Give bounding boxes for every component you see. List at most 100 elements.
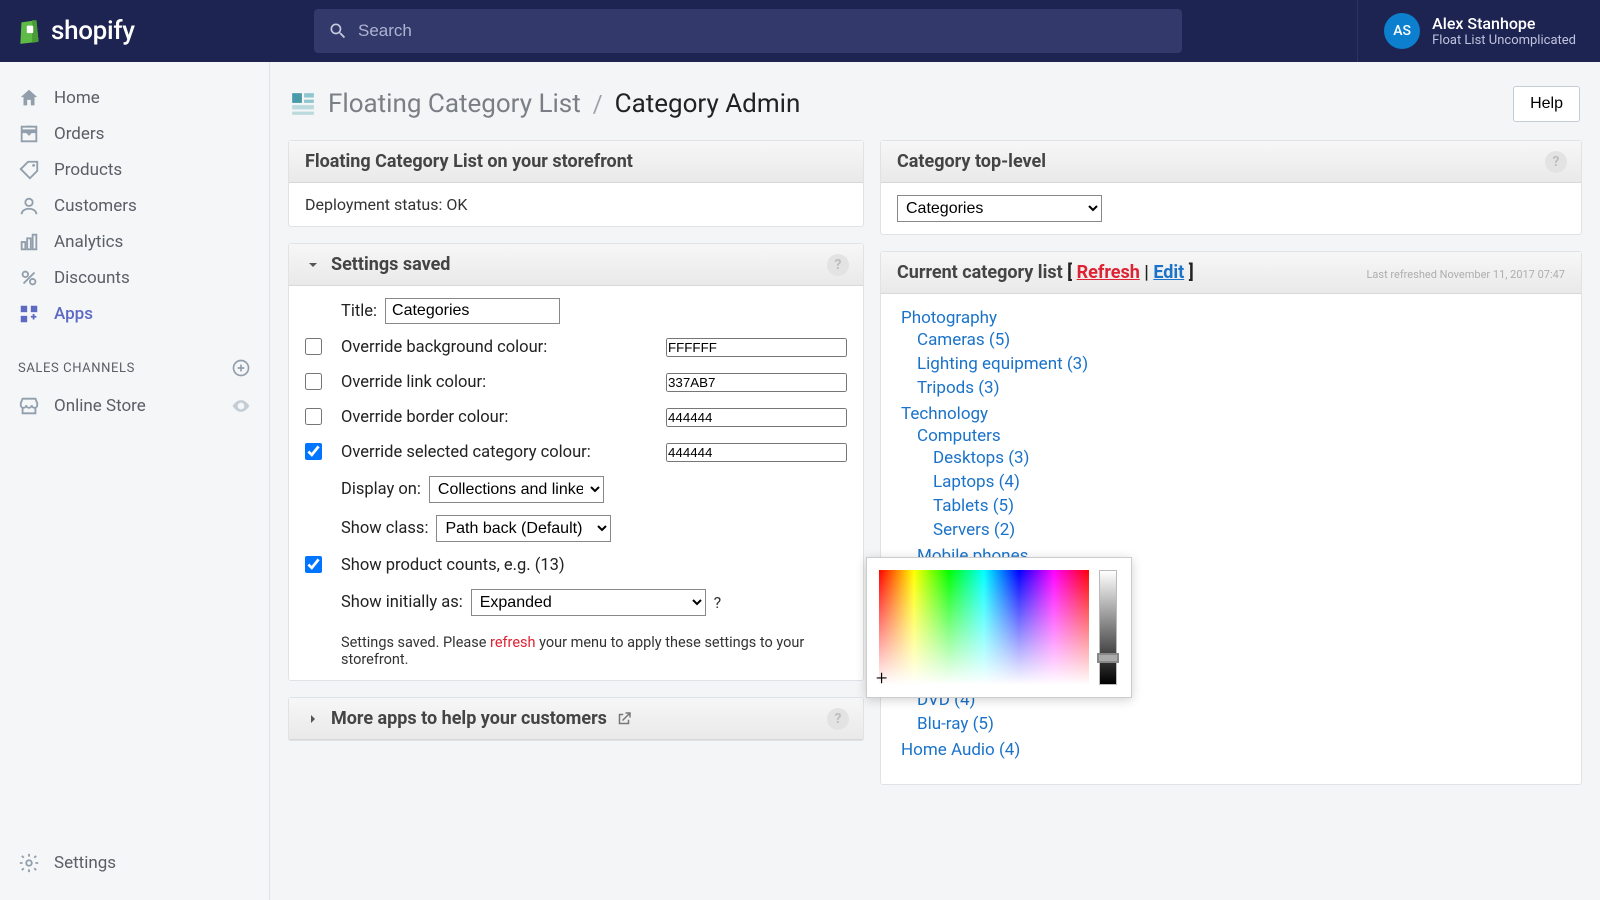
refresh-hint-link[interactable]: refresh: [490, 634, 535, 651]
override-bg-label: Override background colour:: [341, 338, 547, 357]
override-selected-checkbox[interactable]: [305, 443, 322, 460]
external-link-icon[interactable]: [615, 710, 633, 728]
sales-channels-header: SALES CHANNELS: [0, 332, 269, 388]
sidebar-item-label: Discounts: [54, 268, 130, 288]
value-slider[interactable]: [1099, 570, 1117, 685]
chevron-right-icon[interactable]: [305, 711, 321, 727]
top-bar: shopify AS Alex Stanhope Float List Unco…: [0, 0, 1600, 62]
search-icon: [328, 21, 348, 41]
panel-title: Current category list [ Refresh | Edit ]: [897, 262, 1194, 283]
tree-item: Home Audio (4): [901, 738, 1565, 762]
help-icon[interactable]: ?: [827, 708, 849, 730]
sidebar-item-analytics[interactable]: Analytics: [0, 224, 269, 260]
last-refreshed: Last refreshed November 11, 2017 07:47: [1366, 268, 1565, 281]
sidebar-item-settings[interactable]: Settings: [0, 836, 269, 900]
sidebar-item-apps[interactable]: Apps: [0, 296, 269, 332]
tree-link[interactable]: Tripods (3): [917, 378, 1000, 398]
sidebar-item-online-store[interactable]: Online Store: [0, 388, 269, 424]
tree-link[interactable]: Blu-ray (5): [917, 714, 994, 734]
add-channel-icon[interactable]: [231, 358, 251, 378]
panel-title: More apps to help your customers: [331, 708, 607, 729]
products-icon: [18, 159, 40, 181]
help-button[interactable]: Help: [1513, 86, 1580, 122]
tree-link[interactable]: Servers (2): [933, 520, 1015, 540]
tree-link[interactable]: Home Audio (4): [901, 740, 1020, 760]
tree-link[interactable]: Desktops (3): [933, 448, 1029, 468]
search-box[interactable]: [314, 9, 1182, 53]
override-selected-value[interactable]: [666, 443, 847, 462]
show-counts-checkbox[interactable]: [305, 556, 322, 573]
override-link-label: Override link colour:: [341, 373, 486, 392]
sidebar-item-products[interactable]: Products: [0, 152, 269, 188]
tree-link[interactable]: Laptops (4): [933, 472, 1020, 492]
tree-item: Tripods (3): [917, 376, 1565, 400]
refresh-link[interactable]: Refresh: [1077, 262, 1140, 283]
color-picker[interactable]: +: [866, 557, 1132, 698]
storefront-panel: Floating Category List on your storefron…: [288, 140, 864, 227]
override-link-value[interactable]: [666, 373, 847, 392]
display-on-select[interactable]: Collections and linked p: [429, 476, 604, 503]
help-icon[interactable]: ?: [827, 254, 849, 276]
app-title-icon: [290, 91, 316, 117]
tree-link[interactable]: Computers: [917, 426, 1001, 446]
sidebar: Home Orders Products Customers Analytics…: [0, 62, 270, 900]
tree-item: Desktops (3): [933, 446, 1565, 470]
eye-icon[interactable]: [231, 396, 251, 416]
shopify-bag-icon: [17, 16, 43, 46]
help-icon[interactable]: ?: [714, 593, 722, 612]
user-box[interactable]: AS Alex Stanhope Float List Uncomplicate…: [1357, 0, 1600, 62]
sidebar-item-label: Apps: [54, 304, 93, 324]
sidebar-item-orders[interactable]: Orders: [0, 116, 269, 152]
panel-title: Floating Category List on your storefron…: [305, 151, 633, 172]
show-class-select[interactable]: Path back (Default): [436, 515, 611, 542]
help-icon[interactable]: ?: [1545, 151, 1567, 173]
panel-title: Settings saved: [331, 254, 450, 275]
search-input[interactable]: [358, 21, 1182, 41]
category-toplevel-select[interactable]: Categories: [897, 195, 1102, 222]
override-bg-checkbox[interactable]: [305, 338, 322, 355]
main-content: Floating Category List / Category Admin …: [270, 62, 1600, 900]
tree-item: Cameras (5): [917, 328, 1565, 352]
discounts-icon: [18, 267, 40, 289]
tree-link[interactable]: Photography: [901, 308, 997, 328]
store-name: Float List Uncomplicated: [1432, 33, 1576, 48]
override-border-value[interactable]: [666, 408, 847, 427]
nav-list: Home Orders Products Customers Analytics…: [0, 62, 269, 332]
tree-link[interactable]: Tablets (5): [933, 496, 1014, 516]
breadcrumb-parent[interactable]: Floating Category List: [328, 89, 581, 119]
sidebar-item-discounts[interactable]: Discounts: [0, 260, 269, 296]
panel-title: Category top-level: [897, 151, 1046, 172]
tree-link[interactable]: Cameras (5): [917, 330, 1010, 350]
sidebar-item-customers[interactable]: Customers: [0, 188, 269, 224]
apps-icon: [18, 303, 40, 325]
brand-logo[interactable]: shopify: [0, 16, 270, 46]
sales-channels-label: SALES CHANNELS: [18, 361, 231, 376]
tree-link[interactable]: Lighting equipment (3): [917, 354, 1088, 374]
override-link-checkbox[interactable]: [305, 373, 322, 390]
chevron-down-icon[interactable]: [305, 257, 321, 273]
value-slider-handle[interactable]: [1097, 653, 1119, 663]
brand-text: shopify: [51, 16, 135, 46]
tree-item: ComputersDesktops (3) Laptops (4) Tablets …: [917, 424, 1565, 544]
settings-hint: Settings saved. Please refresh your menu…: [305, 628, 847, 668]
title-input[interactable]: [385, 298, 560, 324]
store-icon: [18, 395, 40, 417]
tree-item: Servers (2): [933, 518, 1565, 542]
avatar: AS: [1384, 13, 1420, 49]
color-gradient[interactable]: +: [879, 570, 1089, 685]
override-border-checkbox[interactable]: [305, 408, 322, 425]
sidebar-item-label: Settings: [54, 853, 116, 873]
tree-item: Lighting equipment (3): [917, 352, 1565, 376]
category-tree: PhotographyCameras (5) Lighting equipment…: [897, 306, 1565, 772]
sidebar-item-home[interactable]: Home: [0, 80, 269, 116]
show-initially-select[interactable]: Expanded: [471, 589, 706, 616]
edit-link[interactable]: Edit: [1153, 262, 1184, 283]
home-icon: [18, 87, 40, 109]
override-bg-value[interactable]: [666, 338, 847, 357]
display-on-label: Display on:: [341, 480, 421, 499]
gear-icon: [18, 852, 40, 874]
sidebar-item-label: Orders: [54, 124, 104, 144]
analytics-icon: [18, 231, 40, 253]
tree-link[interactable]: Technology: [901, 404, 988, 424]
category-list-panel: Current category list [ Refresh | Edit ]…: [880, 251, 1582, 785]
